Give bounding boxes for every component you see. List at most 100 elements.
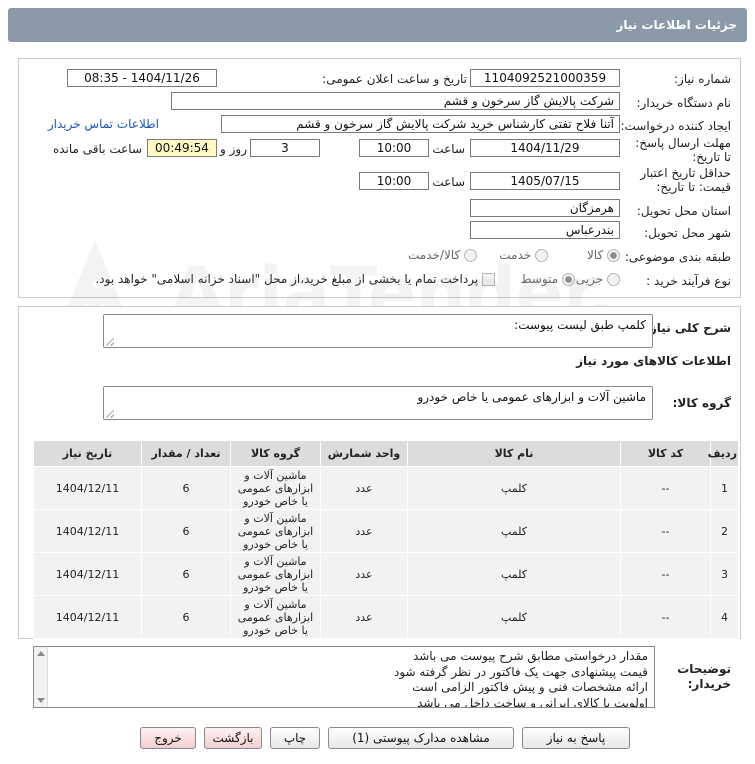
col-header-date: تاریخ نیاز [33, 440, 142, 467]
cell-group: ماشین آلات و ابزارهای عمومی یا خاص خودرو [230, 595, 321, 639]
note-line: قیمت پیشنهادی جهت یک فاکتور در نظر گرفته… [393, 664, 648, 679]
city-label: شهر محل تحویل: [644, 226, 731, 240]
cell-unit: عدد [320, 595, 408, 639]
province-label: استان محل تحویل: [636, 204, 731, 218]
col-header-name: نام کالا [407, 440, 621, 467]
validity-date-field: 1405/07/15 [470, 172, 620, 190]
page-header: جزئیات اطلاعات نیاز [8, 8, 747, 42]
table-row: 3 -- کلمپ عدد ماشین آلات و ابزارهای عموم… [33, 552, 739, 596]
cell-code: -- [620, 595, 711, 639]
treasury-checkbox[interactable] [482, 273, 495, 286]
category-label: طبقه بندی موضوعی: [624, 250, 731, 264]
radio-minor[interactable] [607, 273, 620, 286]
goods-group-text: ماشین آلات و ابزارهای عمومی یا خاص خودرو [417, 390, 646, 404]
goods-group-field: ماشین آلات و ابزارهای عمومی یا خاص خودرو [103, 386, 653, 420]
category-option-goods[interactable]: کالا [587, 248, 620, 262]
days-field: 3 [250, 139, 320, 157]
goods-info-title: اطلاعات کالاهای مورد نیاز [576, 354, 731, 368]
col-header-row: ردیف [708, 440, 739, 467]
reply-button[interactable]: پاسخ به نیاز [522, 727, 630, 749]
buyer-notes-text: مقدار درخواستی مطابق شرح پیوست می باشد ق… [58, 649, 648, 708]
cell-row-number: 4 [710, 595, 739, 639]
resize-grip-icon[interactable] [106, 338, 114, 346]
cell-code: -- [620, 509, 711, 553]
radio-service[interactable] [535, 249, 548, 262]
col-header-qty: تعداد / مقدار [141, 440, 231, 467]
validity-time-label: ساعت [432, 175, 465, 189]
radio-goods-service[interactable] [464, 249, 477, 262]
cell-qty: 6 [141, 509, 231, 553]
radio-medium[interactable] [562, 273, 575, 286]
days-and-label: روز و [220, 142, 247, 156]
cell-qty: 6 [141, 595, 231, 639]
note-line: اولویت با کالای ایرانی و ساخت داخل می با… [417, 695, 648, 708]
cell-group: ماشین آلات و ابزارهای عمومی یا خاص خودرو [230, 466, 321, 510]
reply-deadline-label: مهلت ارسال پاسخ: تا تاریخ: [635, 136, 731, 164]
goods-group-label: گروه کالا: [672, 396, 731, 410]
note-line: ارائه مشخصات فنی و پیش فاکتور الزامی است [412, 680, 648, 694]
table-header-row: ردیف کد کالا نام کالا واحد شمارش گروه کا… [33, 440, 739, 467]
resize-grip-icon[interactable] [106, 410, 114, 418]
col-header-group: گروه کالا [230, 440, 321, 467]
reply-time-field: 10:00 [359, 139, 429, 157]
process-type-label: نوع فرآیند خرید : [646, 274, 731, 288]
table-row: 1 -- کلمپ عدد ماشین آلات و ابزارهای عموم… [33, 466, 739, 510]
buyer-notes-field[interactable]: مقدار درخواستی مطابق شرح پیوست می باشد ق… [33, 646, 655, 708]
cell-name: کلمپ [407, 595, 621, 639]
note-line: مقدار درخواستی مطابق شرح پیوست می باشد [412, 649, 648, 663]
print-button[interactable]: چاپ [270, 727, 320, 749]
buyer-contact-link[interactable]: اطلاعات تماس خریدار [48, 117, 159, 131]
notes-scrollbar[interactable] [34, 647, 48, 707]
table-row: 2 -- کلمپ عدد ماشین آلات و ابزارهای عموم… [33, 509, 739, 553]
general-desc-field: کلمپ طبق لیست پیوست: [103, 314, 653, 348]
buyer-org-field: شرکت پالایش گاز سرخون و قشم [171, 92, 620, 110]
cell-qty: 6 [141, 552, 231, 596]
cell-row-number: 1 [710, 466, 739, 510]
cell-row-number: 3 [710, 552, 739, 596]
back-button[interactable]: بازگشت [204, 727, 262, 749]
process-option-minor[interactable]: جزیی [576, 272, 620, 286]
reply-date-field: 1404/11/29 [470, 139, 620, 157]
col-header-code: کد کالا [620, 440, 711, 467]
cell-group: ماشین آلات و ابزارهای عمومی یا خاص خودرو [230, 509, 321, 553]
exit-button[interactable]: خروج [140, 727, 196, 749]
cell-code: -- [620, 552, 711, 596]
scroll-down-icon[interactable] [37, 698, 45, 703]
cell-date: 1404/12/11 [33, 595, 142, 639]
cell-name: کلمپ [407, 466, 621, 510]
cell-unit: عدد [320, 509, 408, 553]
cell-date: 1404/12/11 [33, 509, 142, 553]
cell-qty: 6 [141, 466, 231, 510]
category-option-goods-label: کالا [586, 248, 604, 262]
remaining-label: ساعت باقی مانده [52, 142, 142, 156]
general-desc-text: کلمپ طبق لیست پیوست: [514, 318, 646, 332]
scroll-up-icon[interactable] [37, 651, 45, 656]
attachments-button[interactable]: مشاهده مدارک پیوستی (1) [328, 727, 514, 749]
category-option-goods-service[interactable]: کالا/خدمت [408, 248, 477, 262]
cell-date: 1404/12/11 [33, 466, 142, 510]
category-option-service-label: خدمت [499, 248, 532, 262]
requester-label: ایجاد کننده درخواست: [620, 119, 731, 133]
province-field: هرمزگان [470, 199, 620, 217]
payment-note: پرداخت تمام یا بخشی از مبلغ خرید،از محل … [95, 272, 479, 286]
category-option-service[interactable]: خدمت [499, 248, 548, 262]
process-option-medium[interactable]: متوسط [520, 272, 575, 286]
validity-time-field: 10:00 [359, 172, 429, 190]
cell-unit: عدد [320, 466, 408, 510]
cell-name: کلمپ [407, 509, 621, 553]
process-option-minor-label: جزیی [575, 272, 604, 286]
table-row: 4 -- کلمپ عدد ماشین آلات و ابزارهای عموم… [33, 595, 739, 639]
need-number-field: 1104092521000359 [470, 69, 620, 87]
cell-row-number: 2 [710, 509, 739, 553]
reply-time-label: ساعت [432, 142, 465, 156]
announce-datetime-label: تاریخ و ساعت اعلان عمومی: [322, 72, 467, 86]
cell-code: -- [620, 466, 711, 510]
cell-unit: عدد [320, 552, 408, 596]
radio-goods[interactable] [607, 249, 620, 262]
city-field: بندرعباس [470, 221, 620, 239]
items-table: ردیف کد کالا نام کالا واحد شمارش گروه کا… [33, 440, 739, 639]
cell-date: 1404/12/11 [33, 552, 142, 596]
process-option-medium-label: متوسط [520, 272, 559, 286]
need-number-label: شماره نیاز: [674, 72, 731, 86]
payment-treasury-check[interactable]: پرداخت تمام یا بخشی از مبلغ خرید،از محل … [95, 272, 495, 286]
